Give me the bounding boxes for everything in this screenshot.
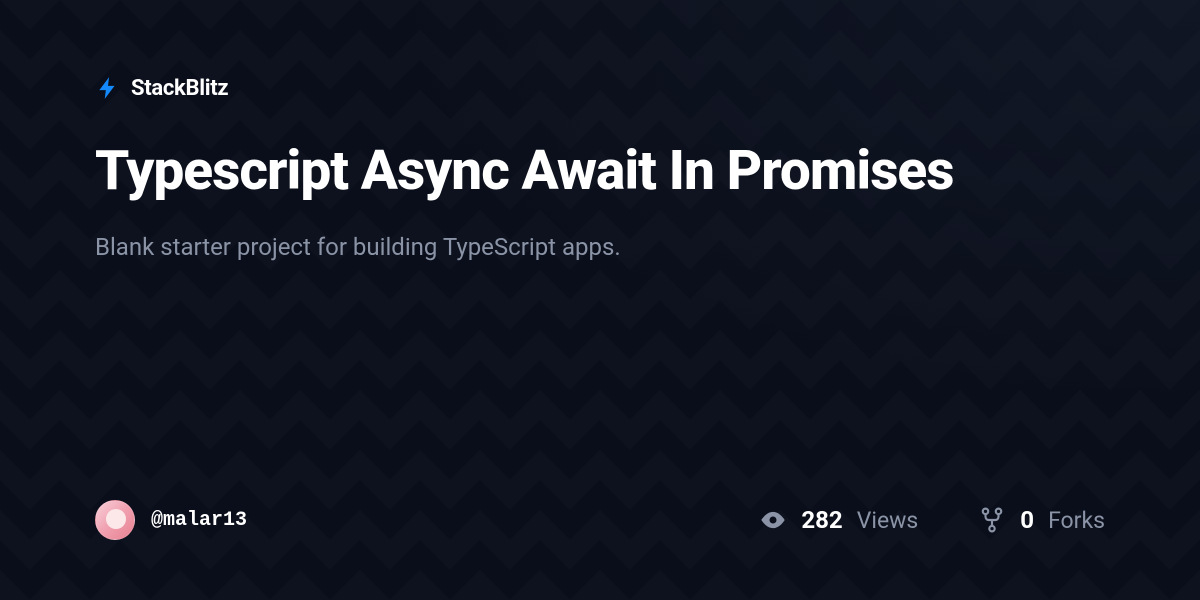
footer-row: @malar13 282 Views [95, 500, 1105, 540]
author-block: @malar13 [95, 500, 247, 540]
forks-label: Forks [1048, 507, 1105, 534]
project-description: Blank starter project for building TypeS… [95, 231, 1105, 265]
views-stat: 282 Views [759, 506, 918, 534]
brand-row: StackBlitz [95, 75, 1105, 101]
stats-block: 282 Views 0 Forks [759, 506, 1105, 534]
forks-count: 0 [1020, 506, 1034, 534]
project-title: Typescript Async Await In Promises [95, 141, 995, 203]
forks-stat: 0 Forks [978, 506, 1105, 534]
bolt-icon [95, 75, 121, 101]
card-container: StackBlitz Typescript Async Await In Pro… [0, 0, 1200, 600]
views-label: Views [857, 507, 919, 534]
eye-icon [759, 506, 787, 534]
author-username: @malar13 [151, 509, 247, 532]
brand-name: StackBlitz [131, 76, 228, 101]
fork-icon [978, 506, 1006, 534]
avatar [95, 500, 135, 540]
views-count: 282 [801, 506, 842, 534]
